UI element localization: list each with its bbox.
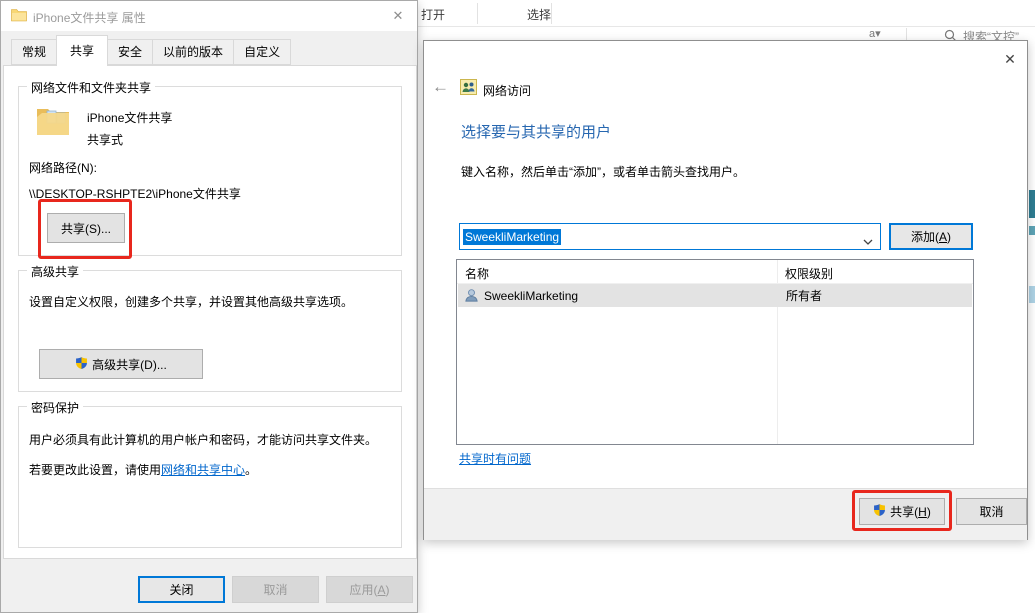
close-icon[interactable]: ✕: [387, 6, 409, 26]
back-icon[interactable]: ←: [432, 77, 449, 97]
group-title: 高级共享: [27, 263, 83, 280]
titlebar: iPhone文件共享 属性 ✕: [1, 1, 417, 31]
sort-icon[interactable]: a▾: [869, 27, 881, 40]
tab-security[interactable]: 安全: [107, 39, 153, 65]
password-protection-line1: 用户必须具有此计算机的用户帐户和密码，才能访问共享文件夹。: [29, 431, 397, 448]
folder-icon: [11, 8, 27, 25]
properties-dialog: iPhone文件共享 属性 ✕ 常规 共享 安全 以前的版本 自定义 网络文件和…: [0, 0, 418, 613]
apply-button[interactable]: 应用(A): [326, 576, 413, 603]
uac-shield-icon: [873, 503, 886, 520]
background-window-sliver: [1029, 226, 1035, 235]
tab-sharing[interactable]: 共享: [56, 35, 108, 66]
list-item[interactable]: SweekliMarketing 所有者: [458, 284, 972, 307]
advanced-sharing-button-label: 高级共享(D)...: [92, 356, 167, 373]
chevron-down-icon[interactable]: [863, 234, 873, 248]
wizard-heading: 选择要与其共享的用户: [461, 121, 611, 142]
network-path-value: \\DESKTOP-RSHPTE2\iPhone文件共享: [29, 185, 241, 202]
wizard-nav-title: 网络访问: [483, 82, 531, 99]
share-confirm-button[interactable]: 共享(H): [859, 498, 945, 525]
ribbon-tab-open[interactable]: 打开: [421, 6, 445, 23]
row-permission: 所有者: [786, 287, 822, 304]
password-protection-line2: 若要更改此设置，请使用网络和共享中心。: [29, 461, 397, 478]
line2-prefix: 若要更改此设置，请使用: [29, 463, 161, 477]
uac-shield-icon: [75, 356, 88, 373]
combobox-value: SweekliMarketing: [463, 229, 561, 245]
ribbon-separator: [551, 3, 552, 24]
close-button[interactable]: 关闭: [138, 576, 225, 603]
wizard-cancel-button[interactable]: 取消: [956, 498, 1027, 525]
shared-item-name: iPhone文件共享: [87, 109, 172, 126]
network-sharing-center-link[interactable]: 网络和共享中心: [161, 463, 245, 477]
close-icon[interactable]: ✕: [999, 49, 1021, 69]
dialog-title: iPhone文件共享 属性: [33, 9, 146, 26]
line2-suffix: 。: [245, 463, 257, 477]
background-window-sliver: [1029, 286, 1035, 303]
group-title: 密码保护: [27, 399, 83, 416]
ribbon-separator: [477, 3, 478, 24]
network-sharing-group: 网络文件和文件夹共享 iPhone文件共享 共享式 网络路径(N): \\DES…: [18, 86, 402, 256]
ribbon-tab-select[interactable]: 选择: [527, 6, 551, 23]
add-label: 添加(A): [911, 228, 951, 245]
tab-strip: 常规 共享 安全 以前的版本 自定义: [11, 41, 290, 66]
background-window-sliver: [1029, 190, 1035, 218]
tab-general[interactable]: 常规: [11, 39, 57, 65]
user-icon: [464, 288, 479, 303]
column-name[interactable]: 名称: [465, 265, 489, 282]
share-button[interactable]: 共享(S)...: [47, 213, 125, 243]
advanced-sharing-group: 高级共享 设置自定义权限，创建多个共享，并设置其他高级共享选项。 高级共享(D)…: [18, 270, 402, 392]
wizard-instruction: 键入名称，然后单击“添加”，或者单击箭头查找用户。: [461, 163, 745, 180]
network-path-label: 网络路径(N):: [29, 159, 97, 176]
sharing-tab-page: 网络文件和文件夹共享 iPhone文件共享 共享式 网络路径(N): \\DES…: [3, 65, 417, 559]
add-button[interactable]: 添加(A): [889, 223, 973, 250]
share-confirm-label: 共享(H): [890, 503, 931, 520]
password-protection-group: 密码保护 用户必须具有此计算机的用户帐户和密码，才能访问共享文件夹。 若要更改此…: [18, 406, 402, 548]
advanced-sharing-description: 设置自定义权限，创建多个共享，并设置其他高级共享选项。: [29, 293, 393, 310]
list-header: 名称 权限级别: [457, 260, 973, 284]
shared-item-state: 共享式: [87, 131, 123, 148]
shared-folder-icon: [35, 105, 71, 140]
share-wizard-dialog: ✕ ← 网络访问 选择要与其共享的用户 键入名称，然后单击“添加”，或者单击箭头…: [423, 40, 1028, 540]
wizard-footer: 共享(H) 取消: [424, 488, 1027, 540]
row-user-name: SweekliMarketing: [484, 289, 578, 303]
user-combobox[interactable]: SweekliMarketing: [459, 223, 881, 250]
cancel-button[interactable]: 取消: [232, 576, 319, 603]
tab-previous-versions[interactable]: 以前的版本: [152, 39, 234, 65]
user-list[interactable]: 名称 权限级别 SweekliMarketing 所有者: [456, 259, 974, 445]
column-permission[interactable]: 权限级别: [785, 265, 833, 282]
trouble-sharing-link[interactable]: 共享时有问题: [459, 450, 531, 467]
advanced-sharing-button[interactable]: 高级共享(D)...: [39, 349, 203, 379]
toolbar-separator: [906, 28, 907, 40]
apply-label: 应用(A): [349, 581, 389, 598]
group-title: 网络文件和文件夹共享: [27, 79, 155, 96]
tab-customize[interactable]: 自定义: [233, 39, 291, 65]
network-access-icon: [460, 79, 477, 98]
desktop: 打开 选择 a▾ 搜索“文控” iPhone文件共享 属性 ✕ 常规 共享 安全…: [0, 0, 1035, 613]
ribbon-bottom-line: [418, 26, 1035, 27]
